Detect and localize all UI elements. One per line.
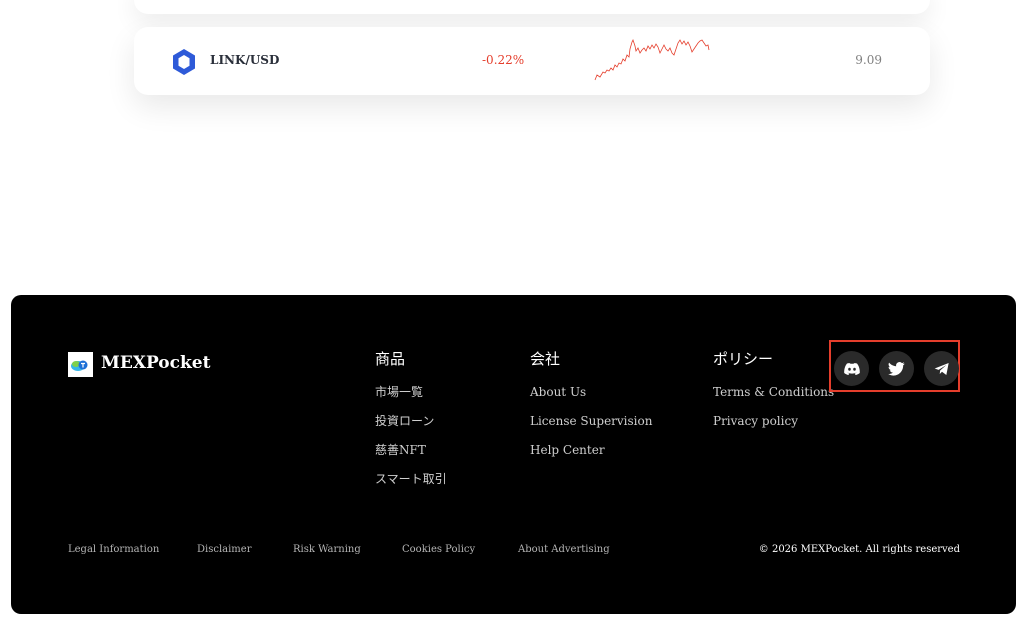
- pair-name: LINK/USD: [210, 53, 280, 67]
- market-row-previous[interactable]: [134, 0, 930, 14]
- telegram-icon: [934, 362, 949, 375]
- site-footer: MEXPocket 商品 市場一覧 投資ローン 慈善NFT スマート取引 会社 …: [11, 295, 1016, 614]
- price-change: -0.22%: [482, 53, 525, 67]
- footer-link[interactable]: 市場一覧: [375, 383, 447, 412]
- footer-link[interactable]: 慈善NFT: [375, 441, 447, 470]
- twitter-icon: [888, 361, 905, 376]
- legal-link[interactable]: Cookies Policy: [402, 544, 475, 555]
- column-title: 商品: [375, 350, 406, 368]
- discord-icon: [843, 362, 860, 375]
- legal-link[interactable]: Legal Information: [68, 544, 159, 555]
- column-title: 会社: [530, 350, 561, 368]
- footer-link[interactable]: Terms & Conditions: [713, 383, 834, 412]
- discord-button[interactable]: [834, 351, 869, 386]
- legal-link[interactable]: Risk Warning: [293, 544, 361, 555]
- footer-column-products: 商品 市場一覧 投資ローン 慈善NFT スマート取引: [375, 348, 447, 499]
- footer-link[interactable]: Help Center: [530, 441, 652, 470]
- footer-link[interactable]: License Supervision: [530, 412, 652, 441]
- brand-name[interactable]: MEXPocket: [101, 353, 210, 373]
- last-price: 9.09: [855, 53, 882, 67]
- telegram-button[interactable]: [924, 351, 959, 386]
- footer-link[interactable]: About Us: [530, 383, 652, 412]
- legal-link[interactable]: About Advertising: [518, 544, 610, 555]
- footer-column-company: 会社 About Us License Supervision Help Cen…: [530, 348, 652, 470]
- footer-column-policy: ポリシー Terms & Conditions Privacy policy: [713, 348, 834, 441]
- sparkline-chart: [594, 38, 710, 81]
- column-title: ポリシー: [713, 350, 774, 368]
- market-row[interactable]: LINK/USD -0.22% 9.09: [134, 27, 930, 95]
- legal-link[interactable]: Disclaimer: [197, 544, 252, 555]
- footer-link[interactable]: 投資ローン: [375, 412, 447, 441]
- footer-link[interactable]: スマート取引: [375, 470, 447, 499]
- copyright-text: © 2026 MEXPocket. All rights reserved: [758, 544, 960, 555]
- twitter-button[interactable]: [879, 351, 914, 386]
- footer-link[interactable]: Privacy policy: [713, 412, 834, 441]
- chainlink-icon: [173, 49, 195, 75]
- brand-logo-icon[interactable]: [68, 352, 93, 377]
